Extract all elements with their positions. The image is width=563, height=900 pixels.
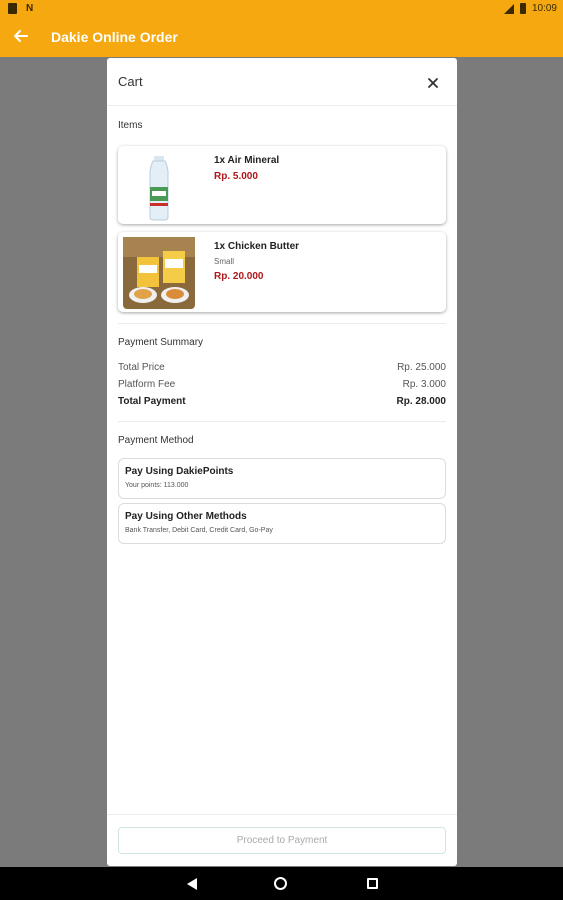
item-name: 1x Chicken Butter	[214, 241, 300, 252]
nfc-icon: N	[26, 3, 34, 14]
cart-header: Cart	[107, 58, 457, 106]
cart-item[interactable]: 1x Chicken Butter Small Rp. 20.000	[118, 232, 446, 312]
summary-label: Platform Fee	[118, 379, 176, 390]
cart-item[interactable]: 1x Air Mineral Rp. 5.000	[118, 146, 446, 224]
footer-divider	[107, 814, 457, 815]
item-price: Rp. 5.000	[214, 171, 258, 182]
item-name: 1x Air Mineral	[214, 155, 280, 166]
cart-title: Cart	[118, 74, 143, 89]
item-price: Rp. 20.000	[214, 271, 264, 282]
divider	[118, 323, 446, 324]
nav-home-icon[interactable]	[272, 875, 290, 893]
item-image-chicken-butter	[123, 237, 195, 309]
summary-label: Total Payment	[118, 396, 186, 407]
payment-option-subtitle: Your points: 113.000	[125, 482, 189, 489]
payment-summary-label: Payment Summary	[118, 337, 204, 348]
status-time: 10:09	[531, 3, 557, 14]
payment-option-other-methods[interactable]: Pay Using Other Methods Bank Transfer, D…	[118, 503, 446, 544]
items-label: Items	[118, 120, 143, 131]
summary-value: Rp. 28.000	[396, 396, 446, 407]
nav-back-icon[interactable]	[184, 875, 202, 893]
nav-recents-icon[interactable]	[364, 875, 382, 893]
payment-option-dakiepoints[interactable]: Pay Using DakiePoints Your points: 113.0…	[118, 458, 446, 499]
close-icon[interactable]	[421, 71, 445, 95]
app-title: Dakie Online Order	[51, 29, 178, 45]
item-image-air-mineral	[123, 151, 195, 223]
divider	[118, 421, 446, 422]
sim-card-icon	[8, 3, 17, 14]
payment-option-subtitle: Bank Transfer, Debit Card, Credit Card, …	[125, 527, 273, 534]
status-bar: N 10:09	[0, 0, 563, 18]
summary-value: Rp. 3.000	[402, 379, 446, 390]
battery-icon	[519, 3, 526, 14]
payment-option-title: Pay Using DakiePoints	[125, 466, 234, 477]
cart-dialog: Cart Items 1x Air Mineral Rp. 5.000 1x C…	[107, 58, 457, 866]
proceed-to-payment-button[interactable]: Proceed to Payment	[118, 827, 446, 854]
back-arrow-icon[interactable]	[10, 25, 32, 47]
item-variant: Small	[214, 257, 235, 266]
payment-option-title: Pay Using Other Methods	[125, 511, 247, 522]
app-bar: Dakie Online Order	[0, 18, 563, 57]
summary-value: Rp. 25.000	[397, 362, 446, 373]
payment-method-label: Payment Method	[118, 435, 194, 446]
summary-label: Total Price	[118, 362, 165, 373]
signal-icon	[503, 3, 514, 14]
system-nav-bar	[0, 867, 563, 900]
